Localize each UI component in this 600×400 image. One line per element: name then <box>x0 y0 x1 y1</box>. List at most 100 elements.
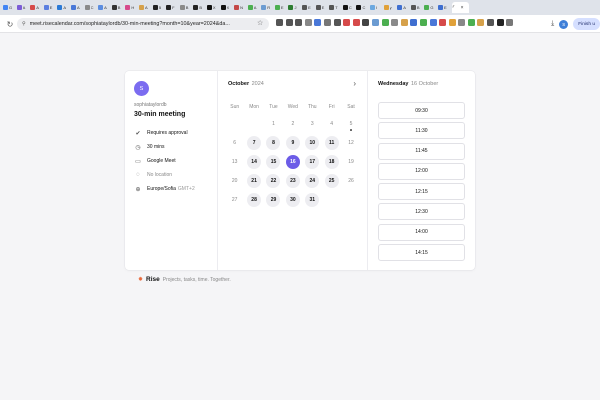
browser-tab[interactable]: X <box>206 2 221 13</box>
profile-avatar[interactable]: S <box>559 19 569 29</box>
extension-icon[interactable] <box>343 19 351 26</box>
extension-icon[interactable] <box>314 19 322 26</box>
extension-icon[interactable] <box>295 19 303 26</box>
calendar-day[interactable]: 23 <box>283 173 302 189</box>
browser-tab[interactable]: G <box>3 2 17 13</box>
time-slot-button[interactable]: 09:30 <box>378 102 465 119</box>
browser-tab[interactable]: N <box>234 2 248 13</box>
extension-icon[interactable] <box>400 19 408 26</box>
extension-icon[interactable] <box>458 19 466 26</box>
calendar-day[interactable]: 8 <box>264 135 283 151</box>
browser-tab[interactable]: X <box>220 2 235 13</box>
rise-logo-icon[interactable]: ✸ <box>137 276 144 283</box>
extension-icon[interactable] <box>496 19 504 26</box>
reload-icon[interactable]: ↻ <box>4 18 16 30</box>
calendar-day[interactable]: 24 <box>303 173 322 189</box>
calendar-day[interactable]: 28 <box>244 192 263 208</box>
browser-tab[interactable]: A <box>16 2 31 13</box>
calendar-day[interactable]: 18 <box>322 154 341 170</box>
footer-brand[interactable]: Rise <box>146 276 160 283</box>
browser-tab[interactable]: R <box>261 2 275 13</box>
active-browser-tab[interactable]: ? × <box>451 2 469 13</box>
close-tab-icon[interactable]: × <box>461 5 464 11</box>
event-detail-row[interactable]: ⊕ Europe/Sofia GMT+2 <box>134 182 208 196</box>
calendar-day[interactable]: 14 <box>244 154 263 170</box>
extension-icon[interactable] <box>477 19 485 26</box>
browser-tab[interactable]: A <box>57 2 71 13</box>
browser-tab[interactable]: A <box>30 2 44 13</box>
extension-icon[interactable] <box>419 19 427 26</box>
browser-tab[interactable]: G <box>424 2 438 13</box>
browser-tab[interactable]: T <box>329 2 343 13</box>
next-month-icon[interactable]: › <box>353 79 356 88</box>
time-slot-button[interactable]: 12:30 <box>378 203 465 221</box>
browser-tab[interactable]: E <box>315 2 330 13</box>
extension-icon[interactable] <box>371 19 379 26</box>
extension-icon[interactable] <box>352 19 360 26</box>
browser-tab[interactable]: E <box>43 2 58 13</box>
extension-icon[interactable] <box>276 19 283 26</box>
time-slot-button[interactable]: 12:15 <box>378 183 465 201</box>
browser-tab[interactable]: C <box>84 2 99 13</box>
calendar-day[interactable]: 29 <box>264 192 283 208</box>
browser-tab[interactable]: J <box>288 2 302 13</box>
extension-icon[interactable] <box>381 19 389 26</box>
calendar-day[interactable]: 30 <box>283 192 302 208</box>
browser-tab[interactable]: y <box>383 2 398 13</box>
calendar-day[interactable]: 11 <box>322 135 341 151</box>
browser-tab[interactable]: E <box>302 2 316 13</box>
download-icon[interactable]: ⤓ <box>551 20 554 28</box>
calendar-day[interactable]: 21 <box>244 173 263 189</box>
browser-tab[interactable]: E <box>438 2 452 13</box>
extension-icon[interactable] <box>323 19 331 26</box>
extension-icon[interactable] <box>333 19 341 26</box>
extension-icon[interactable] <box>391 19 399 26</box>
extension-icon[interactable] <box>429 19 437 26</box>
extension-icon[interactable] <box>506 19 514 26</box>
browser-tab[interactable]: H <box>125 2 139 13</box>
browser-tab[interactable]: C <box>356 2 370 13</box>
browser-tab[interactable]: E <box>274 2 289 13</box>
calendar-day[interactable]: 31 <box>303 192 322 208</box>
browser-tab[interactable]: A <box>70 2 85 13</box>
calendar-day[interactable]: 22 <box>264 173 283 189</box>
browser-tab[interactable]: B <box>111 2 126 13</box>
extension-icon[interactable] <box>448 19 456 26</box>
finish-update-button[interactable]: Finish u <box>573 18 600 30</box>
calendar-day[interactable]: 25 <box>322 173 341 189</box>
browser-tab[interactable]: C <box>342 2 357 13</box>
browser-tab[interactable]: B <box>193 2 207 13</box>
extension-icon[interactable] <box>304 19 312 26</box>
extension-icon[interactable] <box>285 19 293 26</box>
browser-tab[interactable]: B <box>410 2 425 13</box>
address-bar[interactable]: ⚲ meet.risecalendar.com/sophiataylordb/3… <box>17 18 269 30</box>
site-info-icon[interactable]: ⚲ <box>22 21 26 27</box>
time-slot-button[interactable]: 11:45 <box>378 142 465 160</box>
browser-tab[interactable]: F <box>166 2 180 13</box>
extension-icon[interactable] <box>362 19 370 26</box>
browser-tab[interactable]: A <box>247 2 262 13</box>
extension-icon[interactable] <box>439 19 447 26</box>
extension-icon[interactable] <box>467 19 475 26</box>
browser-tab[interactable]: A <box>138 2 153 13</box>
browser-tab[interactable]: I <box>370 2 384 13</box>
time-slot-button[interactable]: 11:30 <box>378 122 465 140</box>
browser-tab[interactable]: B <box>179 2 194 13</box>
time-slot-button[interactable]: 12:00 <box>378 162 465 180</box>
browser-tab[interactable]: A <box>397 2 411 13</box>
calendar-day[interactable]: 10 <box>303 135 322 151</box>
calendar-day[interactable]: 9 <box>283 135 302 151</box>
browser-tab[interactable]: B <box>152 2 167 13</box>
bookmark-star-icon[interactable]: ☆ <box>257 19 263 27</box>
calendar-day[interactable]: 15 <box>264 154 283 170</box>
time-slot-button[interactable]: 14:00 <box>378 223 465 241</box>
extension-icon[interactable] <box>487 19 495 26</box>
extension-icon[interactable] <box>410 19 418 26</box>
calendar-day[interactable]: 7 <box>244 135 263 151</box>
calendar-day-selected[interactable]: 16 <box>283 154 302 170</box>
timezone-offset: GMT+2 <box>177 186 195 192</box>
browser-tab[interactable]: A <box>98 2 112 13</box>
calendar-day[interactable]: 17 <box>303 154 322 170</box>
time-slot-button[interactable]: 14:15 <box>378 244 465 262</box>
tab-title: E <box>444 5 447 10</box>
